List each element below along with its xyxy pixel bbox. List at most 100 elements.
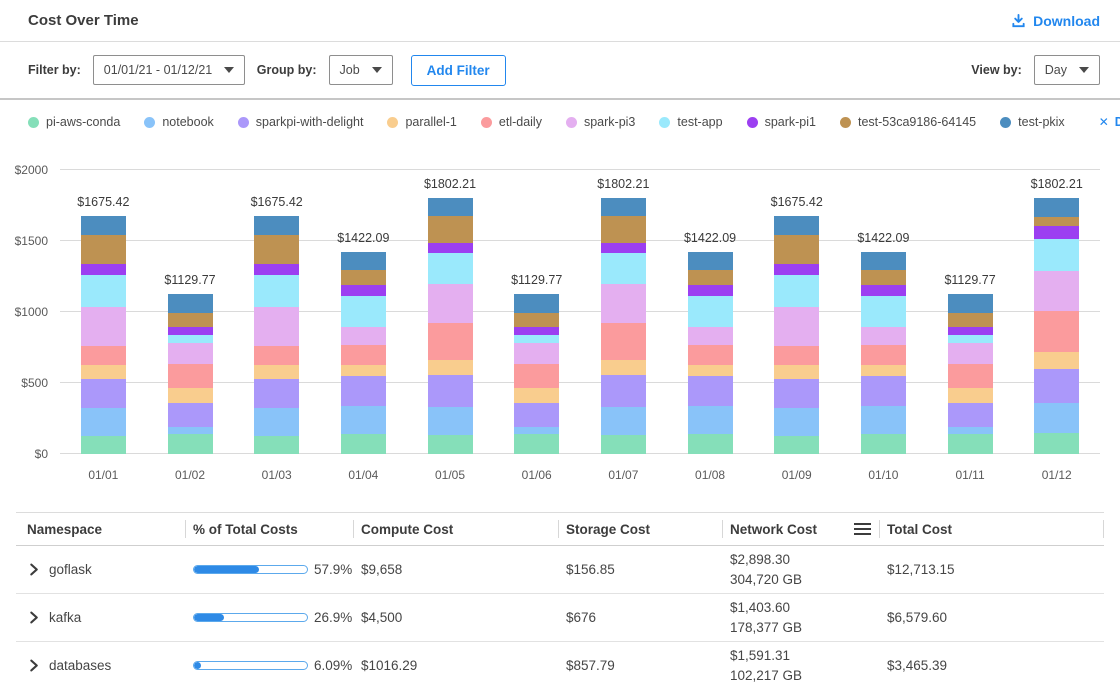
bar-segment-sparkpi-with-delight[interactable] — [81, 379, 126, 408]
bar-segment-notebook[interactable] — [774, 408, 819, 436]
bar-segment-spark-pi1[interactable] — [1034, 226, 1079, 239]
bar-segment-spark-pi1[interactable] — [341, 285, 386, 296]
bar-segment-sparkpi-with-delight[interactable] — [601, 375, 646, 408]
bar-segment-spark-pi1[interactable] — [428, 243, 473, 252]
bar-segment-test-pkix[interactable] — [688, 252, 733, 270]
bar-segment-test-53ca9186-64145[interactable] — [428, 216, 473, 243]
bar-segment-etl-daily[interactable] — [81, 346, 126, 366]
bar-group-01/10[interactable]: $1422.09 — [840, 170, 927, 454]
bar-segment-test-app[interactable] — [861, 296, 906, 327]
bar-segment-etl-daily[interactable] — [861, 345, 906, 365]
bar-group-01/07[interactable]: $1802.21 — [580, 170, 667, 454]
bar-segment-pi-aws-conda[interactable] — [428, 435, 473, 454]
bar-segment-test-app[interactable] — [948, 335, 993, 343]
bar-segment-pi-aws-conda[interactable] — [1034, 433, 1079, 454]
bar-segment-test-53ca9186-64145[interactable] — [514, 313, 559, 327]
bar-segment-spark-pi3[interactable] — [428, 284, 473, 323]
bar-segment-etl-daily[interactable] — [774, 346, 819, 366]
bar-segment-sparkpi-with-delight[interactable] — [1034, 369, 1079, 403]
legend-item-test-app[interactable]: test-app — [659, 115, 722, 129]
group-by-select[interactable]: Job — [329, 55, 393, 85]
bar-segment-parallel-1[interactable] — [428, 360, 473, 374]
bar-segment-sparkpi-with-delight[interactable] — [861, 376, 906, 405]
bar-segment-spark-pi3[interactable] — [168, 343, 213, 364]
bar-segment-pi-aws-conda[interactable] — [601, 435, 646, 454]
bar-segment-test-app[interactable] — [1034, 239, 1079, 271]
bar-segment-notebook[interactable] — [1034, 403, 1079, 434]
bar-segment-etl-daily[interactable] — [428, 323, 473, 361]
column-header-total-cost[interactable]: Total Cost — [879, 513, 1104, 545]
bar-segment-spark-pi3[interactable] — [254, 307, 299, 346]
bar-segment-spark-pi3[interactable] — [688, 327, 733, 346]
bar-segment-test-pkix[interactable] — [341, 252, 386, 270]
bar-segment-spark-pi1[interactable] — [168, 327, 213, 335]
deselect-all-button[interactable]: ✕Deselect All — [1099, 115, 1120, 129]
bar-segment-pi-aws-conda[interactable] — [168, 434, 213, 454]
bar-segment-test-app[interactable] — [688, 296, 733, 327]
bar-segment-spark-pi1[interactable] — [774, 264, 819, 276]
bar-segment-test-app[interactable] — [81, 275, 126, 306]
bar-segment-test-pkix[interactable] — [1034, 198, 1079, 217]
bar-segment-pi-aws-conda[interactable] — [81, 436, 126, 455]
bar-segment-test-app[interactable] — [601, 253, 646, 285]
bar-segment-test-pkix[interactable] — [601, 198, 646, 216]
bar-segment-sparkpi-with-delight[interactable] — [774, 379, 819, 408]
bar-segment-etl-daily[interactable] — [601, 323, 646, 361]
bar-segment-etl-daily[interactable] — [168, 364, 213, 388]
bar-segment-test-app[interactable] — [428, 253, 473, 285]
bar-group-01/08[interactable]: $1422.09 — [667, 170, 754, 454]
bar-segment-parallel-1[interactable] — [341, 365, 386, 377]
bar-group-01/03[interactable]: $1675.42 — [233, 170, 320, 454]
add-filter-button[interactable]: Add Filter — [411, 55, 506, 86]
bar-segment-notebook[interactable] — [168, 427, 213, 434]
bar-segment-spark-pi1[interactable] — [254, 264, 299, 276]
bar-segment-parallel-1[interactable] — [168, 388, 213, 403]
bar-segment-notebook[interactable] — [428, 407, 473, 435]
bar-segment-parallel-1[interactable] — [861, 365, 906, 377]
bar-segment-parallel-1[interactable] — [601, 360, 646, 374]
legend-item-spark-pi3[interactable]: spark-pi3 — [566, 115, 635, 129]
bar-segment-pi-aws-conda[interactable] — [688, 434, 733, 454]
bar-segment-test-53ca9186-64145[interactable] — [81, 235, 126, 263]
bar-group-01/09[interactable]: $1675.42 — [753, 170, 840, 454]
bar-segment-test-pkix[interactable] — [861, 252, 906, 270]
bar-segment-notebook[interactable] — [81, 408, 126, 436]
bar-segment-spark-pi3[interactable] — [1034, 271, 1079, 311]
bar-segment-pi-aws-conda[interactable] — [948, 434, 993, 454]
bar-segment-etl-daily[interactable] — [514, 364, 559, 388]
bar-segment-sparkpi-with-delight[interactable] — [254, 379, 299, 408]
bar-segment-test-53ca9186-64145[interactable] — [254, 235, 299, 263]
bar-segment-spark-pi3[interactable] — [81, 307, 126, 346]
bar-segment-spark-pi3[interactable] — [514, 343, 559, 364]
bar-segment-spark-pi3[interactable] — [948, 343, 993, 364]
bar-segment-test-app[interactable] — [774, 275, 819, 306]
bar-segment-sparkpi-with-delight[interactable] — [514, 403, 559, 427]
bar-segment-spark-pi3[interactable] — [341, 327, 386, 346]
legend-item-test-53ca9186-64145[interactable]: test-53ca9186-64145 — [840, 115, 976, 129]
bar-segment-sparkpi-with-delight[interactable] — [688, 376, 733, 405]
bar-segment-parallel-1[interactable] — [81, 365, 126, 379]
expand-row-icon[interactable] — [27, 563, 40, 576]
bar-segment-test-53ca9186-64145[interactable] — [861, 270, 906, 285]
bar-segment-test-app[interactable] — [254, 275, 299, 306]
bar-segment-test-53ca9186-64145[interactable] — [1034, 217, 1079, 226]
bar-segment-spark-pi1[interactable] — [861, 285, 906, 296]
bar-segment-spark-pi3[interactable] — [774, 307, 819, 346]
bar-segment-etl-daily[interactable] — [341, 345, 386, 365]
bar-segment-test-pkix[interactable] — [774, 216, 819, 235]
bar-segment-notebook[interactable] — [254, 408, 299, 436]
bar-segment-etl-daily[interactable] — [688, 345, 733, 365]
bar-segment-etl-daily[interactable] — [254, 346, 299, 366]
column-header-pct-total-costs[interactable]: % of Total Costs — [185, 513, 353, 545]
bar-group-01/06[interactable]: $1129.77 — [493, 170, 580, 454]
legend-item-notebook[interactable]: notebook — [144, 115, 213, 129]
column-header-namespace[interactable]: Namespace — [16, 513, 185, 545]
bar-segment-pi-aws-conda[interactable] — [514, 434, 559, 454]
expand-row-icon[interactable] — [27, 659, 40, 672]
bar-segment-notebook[interactable] — [948, 427, 993, 434]
bar-segment-pi-aws-conda[interactable] — [861, 434, 906, 454]
bar-group-01/11[interactable]: $1129.77 — [927, 170, 1014, 454]
legend-item-sparkpi-with-delight[interactable]: sparkpi-with-delight — [238, 115, 364, 129]
bar-segment-test-pkix[interactable] — [948, 294, 993, 313]
bar-segment-notebook[interactable] — [861, 406, 906, 435]
